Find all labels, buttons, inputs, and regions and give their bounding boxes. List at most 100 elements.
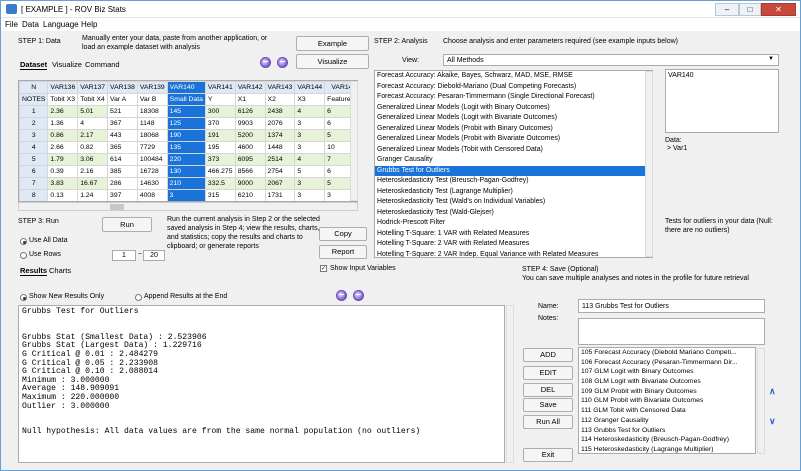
- table-cell[interactable]: 18068: [136, 129, 168, 142]
- method-list-item[interactable]: Generalized Linear Models (Probit with B…: [375, 134, 652, 145]
- table-cell[interactable]: 3.06: [77, 153, 109, 166]
- table-cell[interactable]: 614: [107, 153, 138, 166]
- minimize-button[interactable]: –: [715, 3, 739, 16]
- saved-analysis-item[interactable]: 110 GLM Probit with Bivariate Outcomes: [579, 396, 755, 406]
- name-input[interactable]: 113 Grubbs Test for Outliers: [578, 299, 765, 313]
- table-cell[interactable]: VAR136: [47, 81, 79, 94]
- close-button[interactable]: ✕: [761, 3, 796, 16]
- report-button[interactable]: Report: [319, 245, 367, 259]
- table-cell[interactable]: X2: [264, 93, 296, 106]
- exit-button[interactable]: Exit: [523, 448, 573, 462]
- save-button[interactable]: Save: [523, 398, 573, 412]
- edit-button[interactable]: EDIT: [523, 366, 573, 380]
- table-cell[interactable]: 2754: [264, 165, 296, 178]
- table-cell[interactable]: 466.275: [204, 165, 236, 178]
- table-cell[interactable]: 2076: [264, 117, 296, 130]
- show-input-variables-checkbox[interactable]: ✓: [320, 265, 327, 272]
- table-cell[interactable]: 4: [294, 105, 326, 118]
- table-cell[interactable]: 195: [204, 141, 236, 154]
- table-cell[interactable]: 1148: [136, 117, 168, 130]
- move-up-icon[interactable]: ∧: [769, 386, 776, 397]
- method-list-item[interactable]: Generalized Linear Models (Logit with Bi…: [375, 113, 652, 124]
- table-cell[interactable]: 1374: [264, 129, 296, 142]
- table-cell[interactable]: 6: [19, 165, 49, 178]
- saved-analysis-item[interactable]: 115 Heteroskedasticity (Lagrange Multipl…: [579, 445, 755, 453]
- table-cell[interactable]: Y: [204, 93, 236, 106]
- table-cell[interactable]: VAR143: [264, 81, 296, 94]
- run-all-button[interactable]: Run All: [523, 415, 573, 429]
- view-select[interactable]: All Methods ▼: [443, 54, 779, 66]
- table-cell[interactable]: 1448: [264, 141, 296, 154]
- table-cell[interactable]: Var B: [136, 93, 168, 106]
- method-list-item[interactable]: Generalized Linear Models (Logit with Bi…: [375, 103, 652, 114]
- append-results-radio[interactable]: [135, 294, 142, 301]
- show-new-results-radio[interactable]: [20, 294, 27, 301]
- results-scrollbar[interactable]: [506, 305, 514, 463]
- method-list-item[interactable]: Heteroskedasticity Test (Breusch-Pagan-G…: [375, 176, 652, 187]
- method-list-item[interactable]: Heteroskedasticity Test (Lagrange Multip…: [375, 187, 652, 198]
- table-cell[interactable]: 1731: [264, 189, 296, 201]
- table-cell[interactable]: 6126: [234, 105, 266, 118]
- use-rows-radio[interactable]: [20, 252, 27, 259]
- method-list-scrollbar[interactable]: [645, 71, 653, 257]
- table-cell[interactable]: 0.13: [47, 189, 79, 201]
- table-cell[interactable]: 220: [166, 153, 206, 166]
- notes-input[interactable]: [578, 318, 765, 345]
- table-cell[interactable]: 100484: [136, 153, 168, 166]
- method-list-item[interactable]: Heteroskedasticity Test (Wald's on Indiv…: [375, 197, 652, 208]
- saved-analyses-list[interactable]: 105 Forecast Accuracy (Diebold Mariano C…: [578, 347, 756, 454]
- delete-button[interactable]: DEL: [523, 383, 573, 397]
- table-cell[interactable]: 0.86: [47, 129, 79, 142]
- table-cell[interactable]: 367: [107, 117, 138, 130]
- method-list-item[interactable]: Heteroskedasticity Test (Wald-Glejser): [375, 208, 652, 219]
- table-cell[interactable]: 3: [294, 189, 326, 201]
- table-cell[interactable]: 18308: [136, 105, 168, 118]
- table-cell[interactable]: 1: [19, 105, 49, 118]
- table-cell[interactable]: 2: [19, 117, 49, 130]
- method-list-item[interactable]: Granger Causality: [375, 155, 652, 166]
- table-cell[interactable]: VAR144: [294, 81, 326, 94]
- saved-analysis-item[interactable]: 105 Forecast Accuracy (Diebold Mariano C…: [579, 348, 755, 358]
- table-cell[interactable]: 5: [294, 165, 326, 178]
- table-cell[interactable]: 5: [19, 153, 49, 166]
- table-cell[interactable]: 125: [166, 117, 206, 130]
- saved-analysis-item[interactable]: 106 Forecast Accuracy (Pesaran-Timmerman…: [579, 358, 755, 368]
- zoom-in-icon[interactable]: [336, 290, 347, 301]
- grid-horizontal-scrollbar[interactable]: [18, 202, 358, 211]
- table-cell[interactable]: 3: [294, 141, 326, 154]
- table-cell[interactable]: 130: [166, 165, 206, 178]
- table-cell[interactable]: 3: [294, 177, 326, 190]
- table-cell[interactable]: 3: [19, 129, 49, 142]
- table-cell[interactable]: 2438: [264, 105, 296, 118]
- table-cell[interactable]: 385: [107, 165, 138, 178]
- saved-analysis-item[interactable]: 111 GLM Tobit with Censored Data: [579, 406, 755, 416]
- table-cell[interactable]: Small Data: [166, 93, 206, 106]
- table-cell[interactable]: 2.17: [77, 129, 109, 142]
- table-cell[interactable]: VAR140: [166, 81, 206, 94]
- tab-visualize[interactable]: Visualize: [52, 60, 82, 69]
- method-list-item[interactable]: Generalized Linear Models (Tobit with Ce…: [375, 145, 652, 156]
- method-list-item[interactable]: Forecast Accuracy: Akaike, Bayes, Schwar…: [375, 71, 652, 82]
- table-cell[interactable]: N: [19, 81, 49, 94]
- table-cell[interactable]: 0.39: [47, 165, 79, 178]
- table-cell[interactable]: 135: [166, 141, 206, 154]
- table-cell[interactable]: 365: [107, 141, 138, 154]
- table-cell[interactable]: 4: [19, 141, 49, 154]
- table-cell[interactable]: 3.83: [47, 177, 79, 190]
- table-cell[interactable]: 8566: [234, 165, 266, 178]
- table-cell[interactable]: X3: [294, 93, 326, 106]
- method-list-item[interactable]: Grubbs Test for Outliers: [375, 165, 652, 176]
- tab-charts[interactable]: Charts: [49, 266, 71, 275]
- grid-vertical-scrollbar[interactable]: [350, 81, 358, 201]
- menu-data[interactable]: Data: [22, 20, 39, 29]
- table-cell[interactable]: 210: [166, 177, 206, 190]
- table-cell[interactable]: 4: [77, 117, 109, 130]
- back-nav-icon[interactable]: [260, 57, 271, 68]
- menu-help[interactable]: Help: [81, 20, 97, 29]
- table-cell[interactable]: VAR137: [77, 81, 109, 94]
- table-cell[interactable]: 9000: [234, 177, 266, 190]
- method-list-item[interactable]: Forecast Accuracy: Pesaran-Timmermann (S…: [375, 92, 652, 103]
- table-cell[interactable]: X1: [234, 93, 266, 106]
- table-cell[interactable]: 4600: [234, 141, 266, 154]
- maximize-button[interactable]: □: [739, 3, 761, 16]
